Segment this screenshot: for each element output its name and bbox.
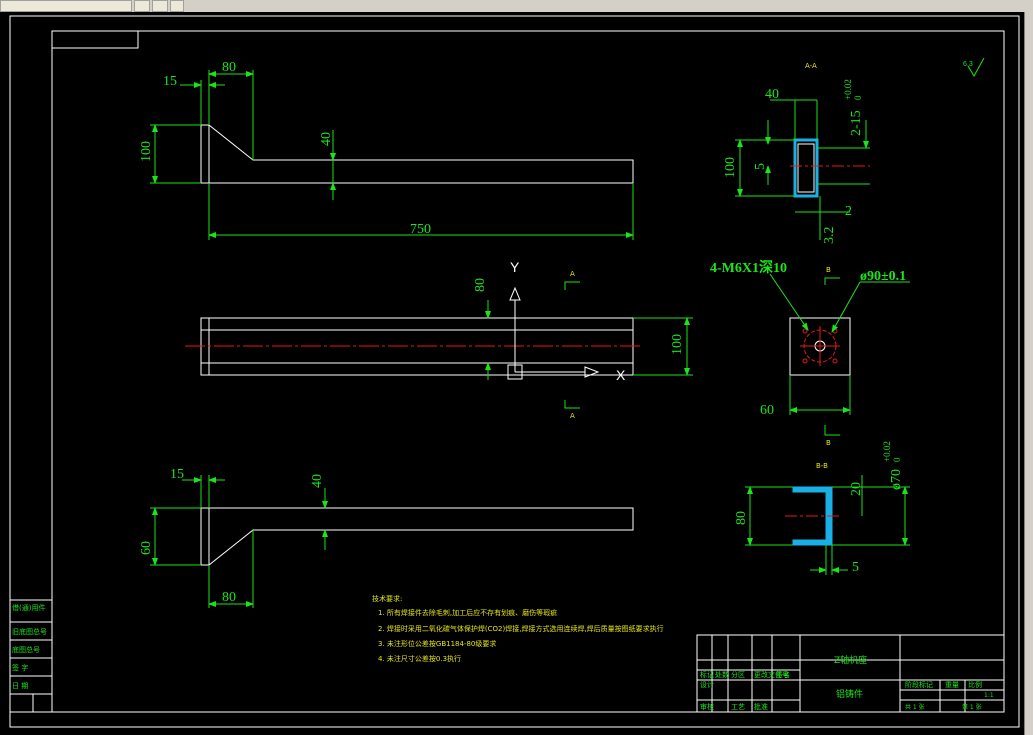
roughness-value: 6.3 [963, 61, 973, 68]
strip-label: 旧底图总号 [12, 627, 47, 636]
dim-bottom-height: 60 [139, 541, 154, 555]
dim-height: 100 [139, 141, 154, 162]
tb-label-stage: 阶段标记 [905, 680, 933, 689]
technical-notes: 技术要求: 1. 所有焊接件去除毛刺,加工后应不存有划痕、磨伤等瑕疵 2. 焊接… [372, 594, 664, 663]
tb-label-scale: 比例 [968, 680, 982, 689]
tb-label-weight: 重量 [945, 681, 959, 689]
axis-x-label: X [616, 367, 626, 383]
tb-label-design: 设计 [700, 680, 714, 689]
note-item: 4. 未注尺寸公差按0.3执行 [378, 654, 461, 663]
dim-aa-tol-upper: +0.02 [843, 79, 853, 100]
tb-label-sign: 签名 [776, 670, 790, 679]
notes-title: 技术要求: [372, 594, 402, 603]
corner-roughness: 6.3 [963, 57, 985, 77]
dim-top-width: 80 [222, 60, 236, 75]
dim-bb-depth: 20 [849, 482, 864, 496]
dim-aa-depth: 40 [765, 87, 779, 102]
scale-value: 1:1 [984, 692, 994, 699]
dim-plan-width: 100 [670, 334, 685, 355]
section-bb-title: B-B [816, 462, 828, 470]
note-item: 2. 焊接时采用二氧化碳气体保护焊(CO2)焊接,焊接方式选用连续焊,焊后质量按… [378, 624, 664, 633]
dim-bottom-width: 80 [222, 590, 236, 605]
section-b-b: B-B 80 20 ø70 +0.02 0 5 [734, 441, 910, 575]
dim-aa-inner: 5 [753, 163, 768, 170]
dim-aa-slot: 2-15 [849, 110, 864, 136]
dim-aa-height: 100 [723, 157, 738, 178]
dim-aa-wall: 2 [845, 204, 852, 219]
tb-label-review: 审核 [700, 702, 714, 711]
section-a-a: A-A 40 2-15 +0.02 0 100 5 2 3.2 [723, 62, 870, 244]
tb-label-approve: 批准 [754, 702, 768, 711]
sheets-total: 共 1 张 [905, 703, 925, 711]
strip-label: 日 期 [12, 682, 28, 690]
plan-view: 100 80 Y X A A [185, 259, 693, 420]
holes-callout: 4-M6X1深10 [710, 259, 787, 276]
dim-bb-tol-lower: 0 [892, 457, 902, 462]
dim-bottom-thickness: 40 [310, 474, 325, 488]
tb-label-count: 处数 [715, 670, 729, 679]
dim-bb-wall: 5 [852, 560, 859, 575]
bottom-view: 15 40 60 80 [139, 467, 634, 608]
part-name: Z轴机座 [834, 654, 867, 666]
note-item: 3. 未注形位公差按GB1184-80级要求 [378, 639, 496, 648]
dim-bb-tol-upper: +0.02 [882, 441, 892, 462]
end-section-mark-top: B [826, 266, 831, 274]
dim-bottom-lip: 15 [170, 467, 184, 482]
dim-lip: 15 [163, 74, 177, 89]
dim-bb-diameter: ø70 [889, 469, 904, 490]
dim-bb-height: 80 [734, 511, 749, 525]
side-strip [9, 599, 53, 713]
tb-label-mark: 标记 [700, 670, 714, 679]
dim-thickness: 40 [319, 132, 334, 146]
material: 铝铸件 [836, 688, 863, 700]
roughness-aa: 3.2 [822, 227, 837, 245]
tb-label-zone: 分区 [731, 670, 745, 679]
dim-plan-offset: 80 [473, 278, 488, 292]
section-aa-title: A-A [805, 62, 817, 70]
front-view: 80 15 100 40 750 [139, 60, 634, 240]
dim-length: 750 [410, 222, 431, 237]
strip-label: 借(通)用件 [12, 603, 45, 612]
note-item: 1. 所有焊接件去除毛刺,加工后应不存有划痕、磨伤等瑕疵 [378, 608, 557, 617]
strip-label: 底图总号 [12, 645, 40, 654]
section-mark-bottom: A [570, 412, 575, 420]
dim-end-offset: 60 [760, 403, 774, 418]
bolt-circle-callout: ø90±0.1 [860, 269, 906, 284]
axis-y-label: Y [510, 259, 520, 275]
sheet-number: 第 1 张 [962, 703, 982, 711]
end-section-mark-bottom: B [826, 439, 831, 447]
end-view: 4-M6X1深10 ø90±0.1 60 B B [710, 259, 910, 447]
dim-aa-tol-lower: 0 [853, 95, 863, 100]
cad-drawing: 80 15 100 40 750 100 80 Y X A A 15 40 60… [9, 15, 1020, 728]
strip-label: 签 字 [12, 663, 28, 672]
section-mark-top: A [570, 270, 575, 278]
tb-label-process: 工艺 [731, 703, 745, 711]
